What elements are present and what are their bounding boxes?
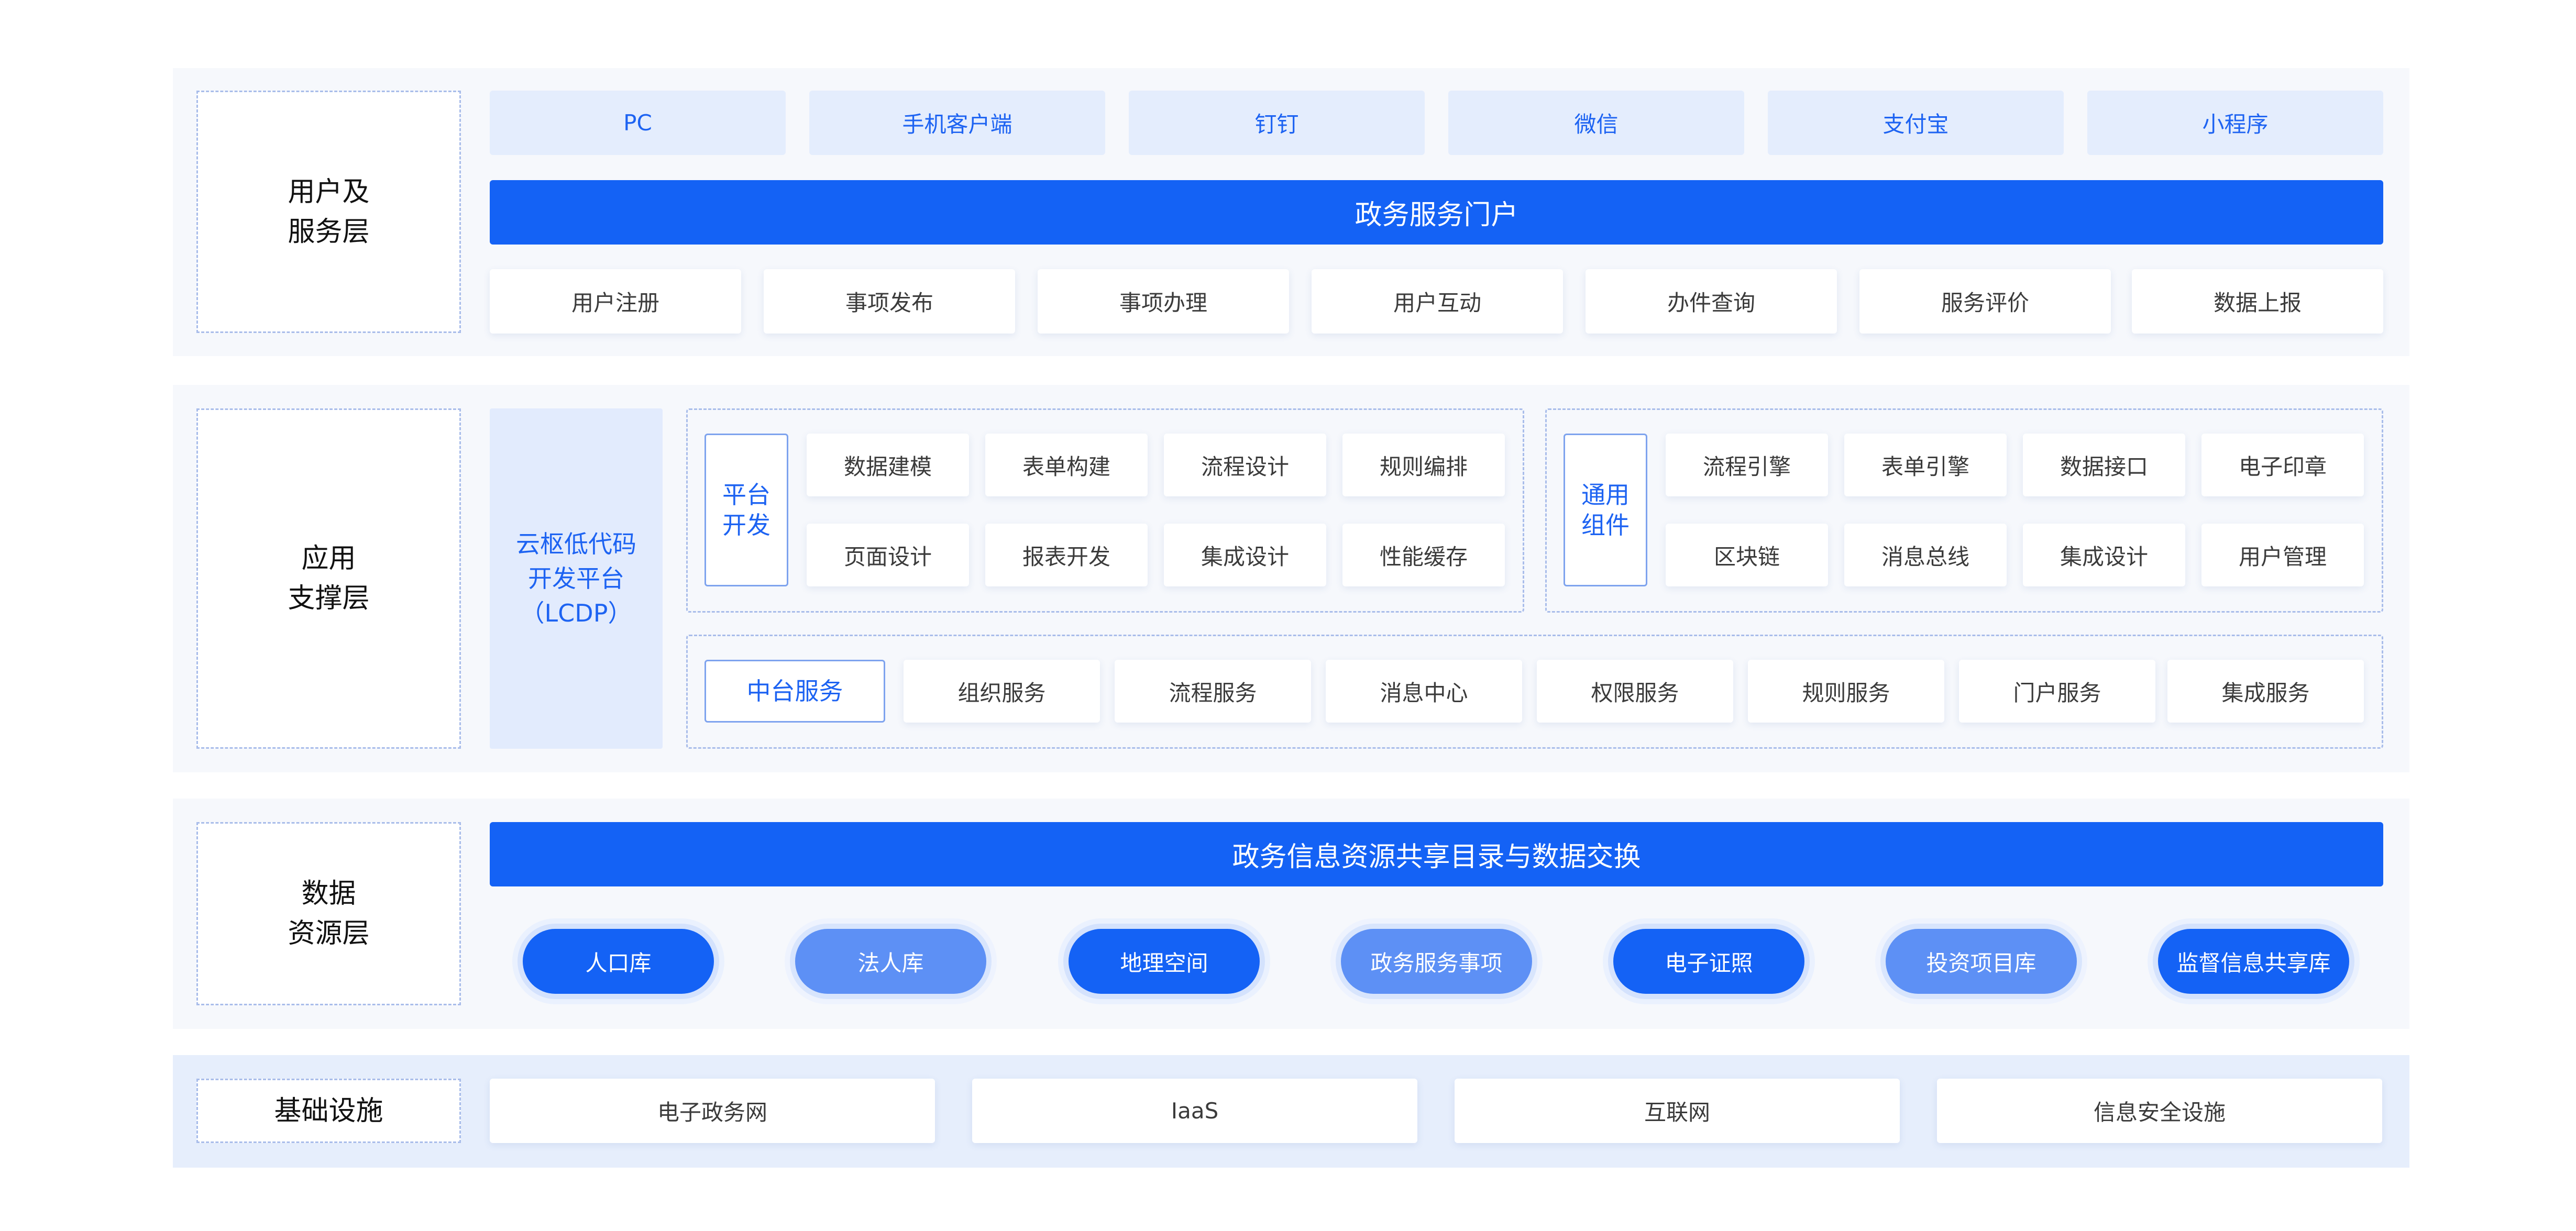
middle-service-item: 门户服务 <box>1959 660 2155 723</box>
platform-dev-item: 流程设计 <box>1164 434 1326 496</box>
middle-service-item: 组织服务 <box>904 660 1100 723</box>
service-case-query: 办件查询 <box>1586 269 1837 334</box>
library-supervision-info: 监督信息共享库 <box>2158 929 2349 994</box>
library-legal-person: 法人库 <box>795 929 986 994</box>
channel-dingtalk: 钉钉 <box>1129 91 1425 155</box>
lcdp-platform-panel: 云枢低代码 开发平台 （LCDP） <box>490 408 663 749</box>
common-component-item: 集成设计 <box>2023 524 2185 586</box>
common-component-item: 用户管理 <box>2201 524 2364 586</box>
gov-service-portal-bar: 政务服务门户 <box>490 180 2383 245</box>
common-component-item: 消息总线 <box>1844 524 2007 586</box>
service-user-interact: 用户互动 <box>1312 269 1563 334</box>
platform-dev-item: 数据建模 <box>807 434 969 496</box>
service-item-handle: 事项办理 <box>1038 269 1289 334</box>
channel-alipay: 支付宝 <box>1768 91 2064 155</box>
channel-mobile-client: 手机客户端 <box>809 91 1105 155</box>
platform-dev-item: 表单构建 <box>985 434 1148 496</box>
infra-iaas: IaaS <box>972 1079 1417 1143</box>
data-resource-layer-label: 数据 资源层 <box>196 822 461 1005</box>
common-component-item: 流程引擎 <box>1666 434 1828 496</box>
service-data-report: 数据上报 <box>2132 269 2383 334</box>
library-investment-project: 投资项目库 <box>1886 929 2077 994</box>
library-geo-space: 地理空间 <box>1069 929 1260 994</box>
middle-service-item: 规则服务 <box>1748 660 1944 723</box>
platform-dev-item: 集成设计 <box>1164 524 1326 586</box>
infra-internet: 互联网 <box>1455 1079 1900 1143</box>
middle-platform-label: 中台服务 <box>704 660 885 723</box>
channel-wechat: 微信 <box>1448 91 1744 155</box>
middle-service-item: 权限服务 <box>1537 660 1733 723</box>
data-exchange-bar: 政务信息资源共享目录与数据交换 <box>490 822 2383 886</box>
middle-service-item: 集成服务 <box>2167 660 2364 723</box>
platform-dev-item: 报表开发 <box>985 524 1148 586</box>
infra-egov-network: 电子政务网 <box>490 1079 935 1143</box>
channel-mini-program: 小程序 <box>2087 91 2383 155</box>
infra-security-facility: 信息安全设施 <box>1937 1079 2382 1143</box>
channel-pc: PC <box>490 91 786 155</box>
middle-service-item: 消息中心 <box>1326 660 1522 723</box>
library-e-license: 电子证照 <box>1613 929 1804 994</box>
common-components-label: 通用 组件 <box>1564 434 1647 586</box>
middle-service-item: 流程服务 <box>1115 660 1311 723</box>
common-component-item: 数据接口 <box>2023 434 2185 496</box>
library-gov-service-items: 政务服务事项 <box>1341 929 1532 994</box>
library-population: 人口库 <box>523 929 714 994</box>
user-service-layer-label: 用户及 服务层 <box>196 91 461 333</box>
service-item-publish: 事项发布 <box>764 269 1015 334</box>
common-component-item: 电子印章 <box>2201 434 2364 496</box>
platform-dev-item: 页面设计 <box>807 524 969 586</box>
common-component-item: 表单引擎 <box>1844 434 2007 496</box>
service-evaluation: 服务评价 <box>1859 269 2111 334</box>
platform-dev-item: 规则编排 <box>1342 434 1505 496</box>
service-user-register: 用户注册 <box>490 269 741 334</box>
platform-dev-item: 性能缓存 <box>1342 524 1505 586</box>
platform-dev-label: 平台 开发 <box>704 434 788 586</box>
app-support-layer-label: 应用 支撑层 <box>196 408 461 749</box>
common-component-item: 区块链 <box>1666 524 1828 586</box>
infrastructure-layer-label: 基础设施 <box>196 1079 461 1143</box>
